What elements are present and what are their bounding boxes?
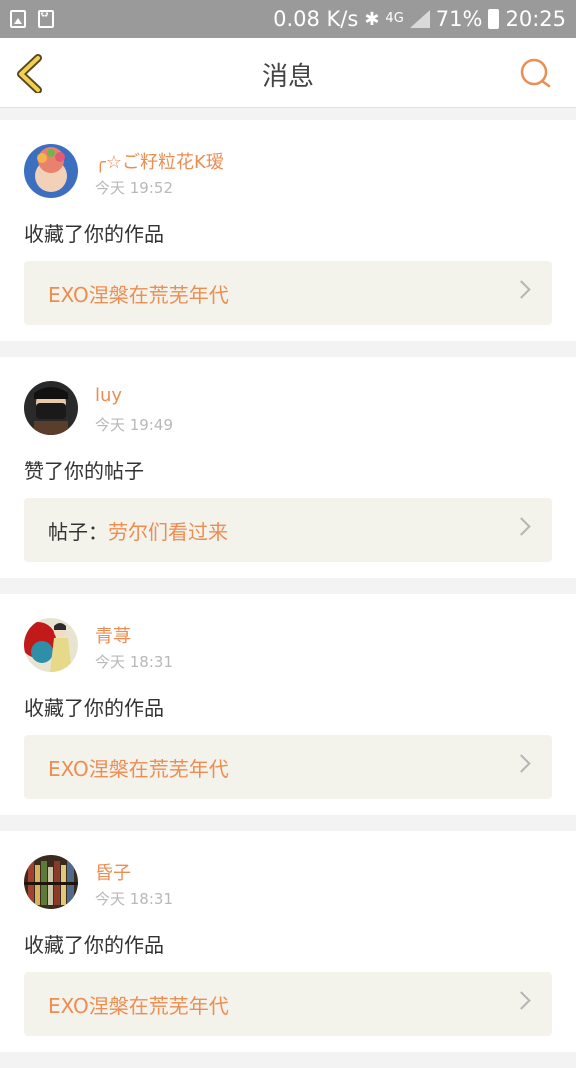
avatar[interactable]	[24, 618, 78, 672]
target-link[interactable]: EXO涅槃在荒芜年代	[24, 735, 552, 799]
target-title: 劳尔们看过来	[108, 519, 228, 544]
target-title: EXO涅槃在荒芜年代	[48, 993, 229, 1018]
gallery-notification-icon	[10, 10, 26, 28]
network-type: 4G	[385, 11, 404, 26]
target-link[interactable]: EXO涅槃在荒芜年代	[24, 972, 552, 1036]
username[interactable]: 青荨	[95, 622, 131, 648]
chevron-right-icon	[512, 517, 531, 536]
username[interactable]: ╭☆ご籽粒花K瑷	[95, 148, 224, 174]
action-text: 赞了你的帖子	[24, 459, 144, 483]
message-card[interactable]: 昏子 今天 18:31 收藏了你的作品 EXO涅槃在荒芜年代	[0, 831, 576, 1052]
timestamp: 今天 18:31	[95, 890, 173, 908]
status-bar: 0.08 K/s ✱ 4G 71% 20:25	[0, 0, 576, 38]
target-link[interactable]: EXO涅槃在荒芜年代	[24, 261, 552, 325]
recycle-notification-icon	[38, 9, 54, 28]
message-list: ╭☆ご籽粒花K瑷 今天 19:52 收藏了你的作品 EXO涅槃在荒芜年代 luy…	[0, 120, 576, 1068]
message-card[interactable]: ╭☆ご籽粒花K瑷 今天 19:52 收藏了你的作品 EXO涅槃在荒芜年代	[0, 120, 576, 341]
app-header: 消息	[0, 38, 576, 108]
search-icon	[520, 58, 551, 88]
avatar[interactable]	[24, 144, 78, 198]
username[interactable]: luy	[95, 385, 122, 406]
timestamp: 今天 19:52	[95, 179, 173, 197]
search-button[interactable]	[518, 56, 554, 92]
avatar[interactable]	[24, 855, 78, 909]
target-link[interactable]: 帖子： 劳尔们看过来	[24, 498, 552, 562]
target-title: EXO涅槃在荒芜年代	[48, 282, 229, 307]
action-text: 收藏了你的作品	[24, 696, 164, 720]
clock: 20:25	[505, 7, 566, 31]
network-speed: 0.08 K/s	[273, 7, 359, 31]
chevron-right-icon	[512, 754, 531, 773]
message-card[interactable]: 青荨 今天 18:31 收藏了你的作品 EXO涅槃在荒芜年代	[0, 594, 576, 815]
notification-icons	[10, 9, 54, 28]
timestamp: 今天 18:31	[95, 653, 173, 671]
chevron-right-icon	[512, 280, 531, 299]
timestamp: 今天 19:49	[95, 416, 173, 434]
battery-percent: 71%	[435, 7, 483, 31]
signal-icon	[409, 10, 430, 28]
avatar[interactable]	[24, 381, 78, 435]
chevron-right-icon	[512, 991, 531, 1010]
action-text: 收藏了你的作品	[24, 933, 164, 957]
bluetooth-icon: ✱	[364, 8, 380, 30]
username[interactable]: 昏子	[95, 859, 131, 885]
message-card[interactable]: luy 今天 19:49 赞了你的帖子 帖子： 劳尔们看过来	[0, 357, 576, 578]
action-text: 收藏了你的作品	[24, 222, 164, 246]
battery-icon	[488, 9, 500, 29]
status-indicators: 0.08 K/s ✱ 4G 71% 20:25	[273, 7, 566, 31]
target-prefix: 帖子：	[48, 519, 108, 544]
target-title: EXO涅槃在荒芜年代	[48, 756, 229, 781]
page-title: 消息	[261, 62, 314, 92]
